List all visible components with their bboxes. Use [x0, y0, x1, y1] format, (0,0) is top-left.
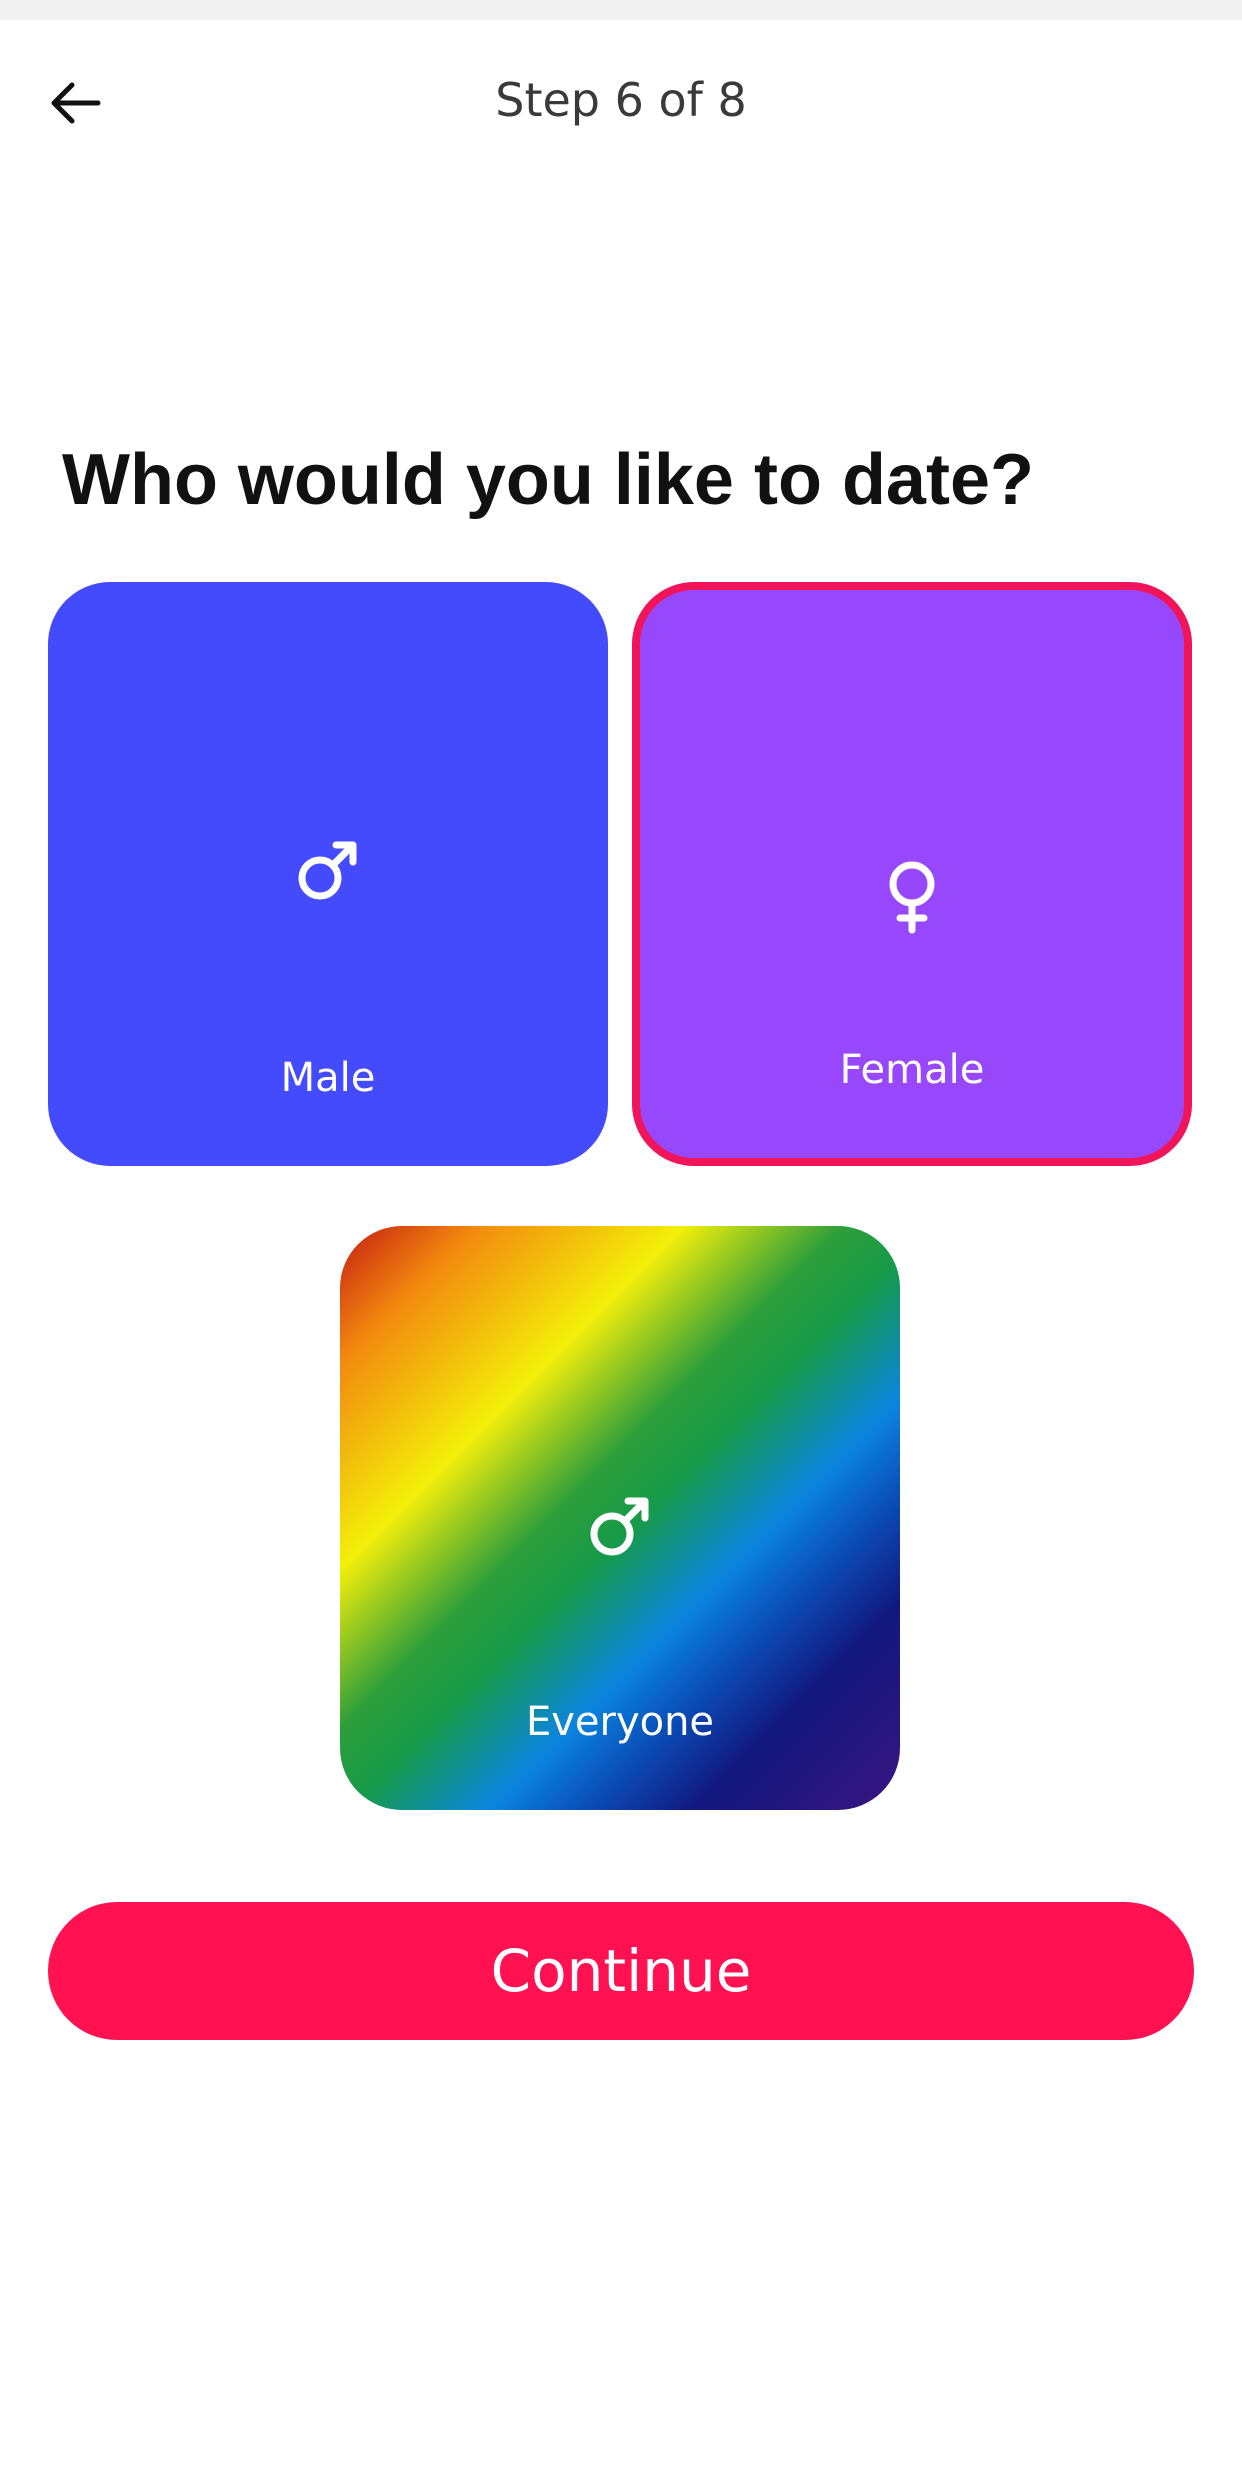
option-female-card[interactable]: Female [632, 582, 1192, 1166]
option-everyone-card[interactable]: Everyone [340, 1226, 900, 1810]
step-indicator: Step 6 of 8 [495, 73, 747, 127]
continue-button[interactable]: Continue [48, 1902, 1194, 2040]
page-title: Who would you like to date? [62, 440, 1034, 520]
status-bar [0, 0, 1242, 20]
option-male-card[interactable]: Male [48, 582, 608, 1166]
option-male-label: Male [280, 1055, 376, 1101]
male-symbol-icon [48, 832, 608, 908]
option-female-label: Female [839, 1047, 985, 1093]
option-everyone-label: Everyone [525, 1699, 715, 1745]
female-symbol-icon [640, 858, 1184, 934]
male-symbol-icon [340, 1488, 900, 1564]
onboarding-screen: Step 6 of 8 Who would you like to date? … [0, 0, 1242, 2475]
